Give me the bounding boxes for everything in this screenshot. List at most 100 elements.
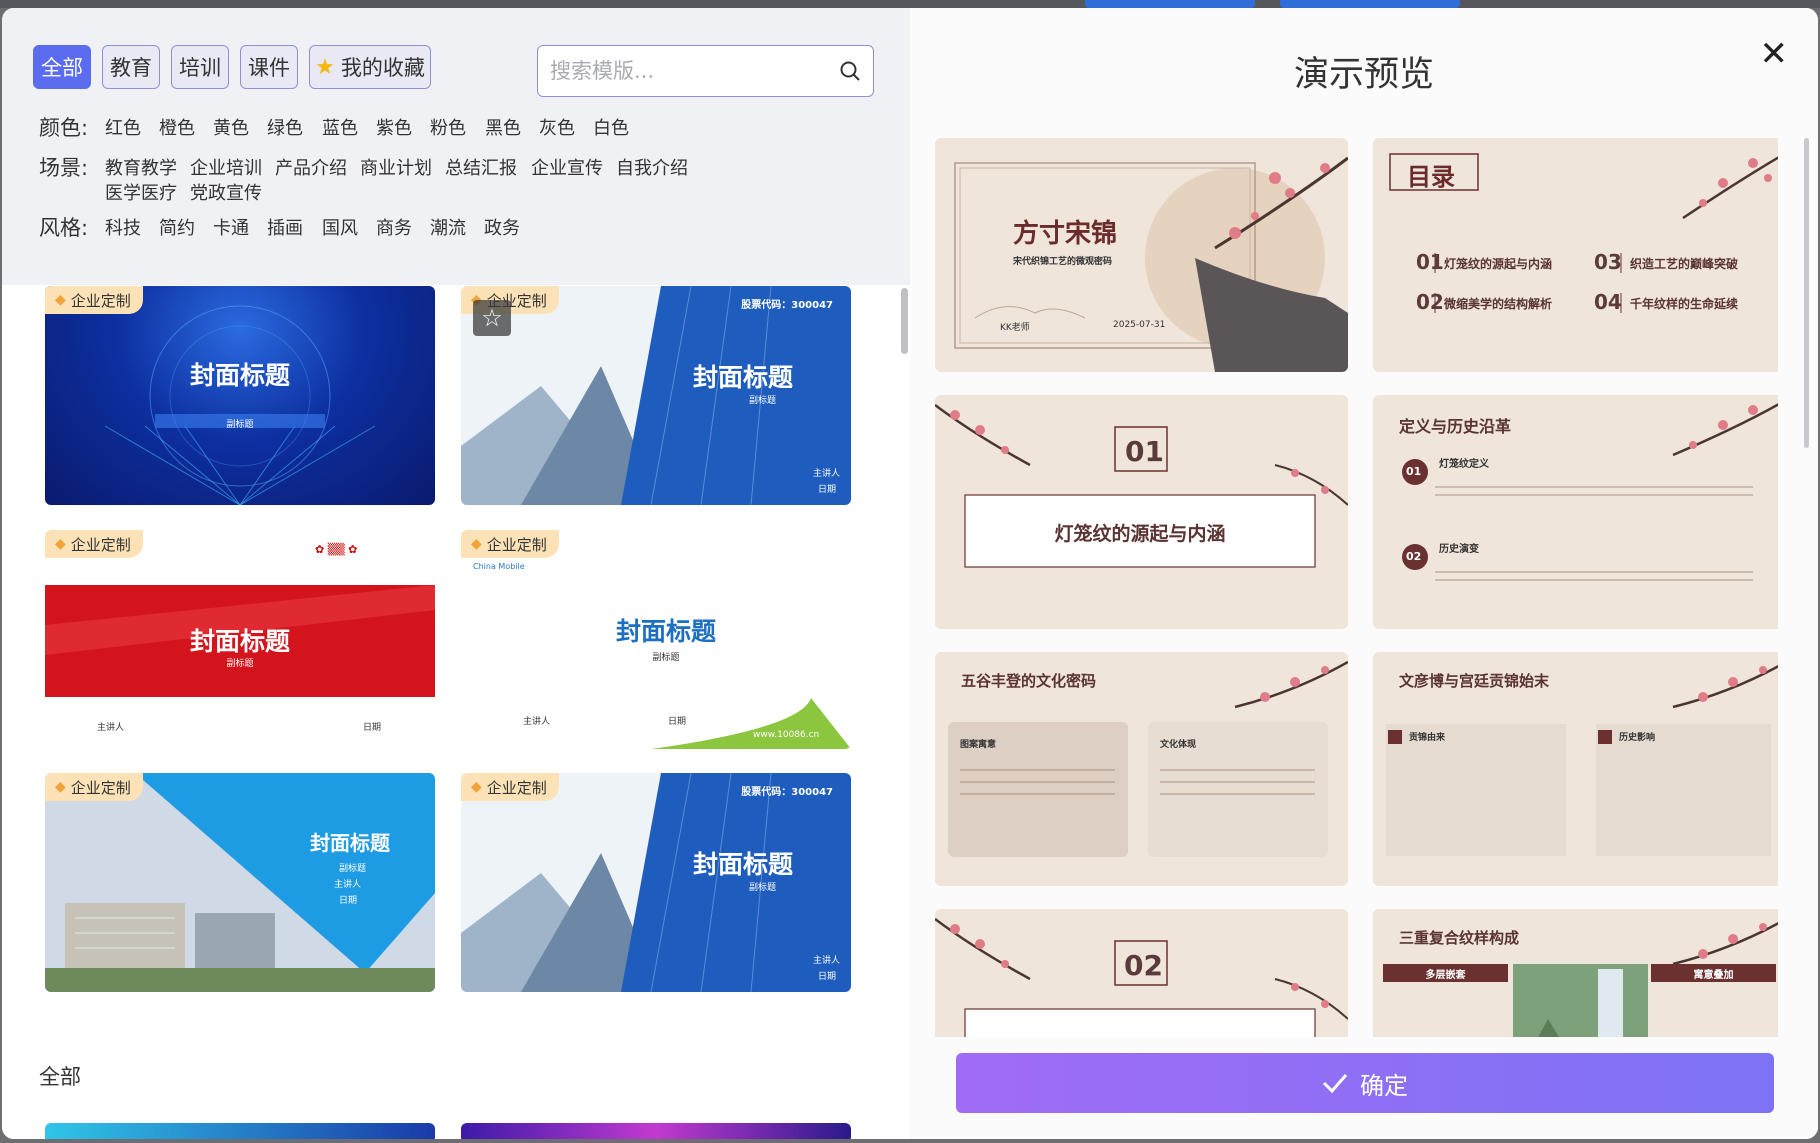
toc-num: 04 (1594, 290, 1622, 314)
toc-item: 千年纹样的生命延续 (1630, 297, 1739, 311)
diamond-icon: ◆ (55, 779, 66, 795)
template-card[interactable]: ◆ 企业定制 ✿ ▒▒ ✿ 封面标题 副标题 主讲人 日期 (45, 530, 435, 749)
point-title: 灯笼纹定义 (1439, 459, 1489, 470)
toc-item: 灯笼纹的源起与内涵 (1444, 257, 1553, 271)
category-education[interactable]: 教育 (102, 45, 160, 89)
search-icon[interactable] (839, 60, 861, 82)
enterprise-badge: ◆企业定制 (45, 530, 143, 558)
category-courseware[interactable]: 课件 (240, 45, 298, 89)
card-speaker: 主讲人 (813, 469, 841, 479)
color-filter-option[interactable]: 绿色 (267, 114, 303, 140)
style-filter-option[interactable]: 商务 (376, 214, 412, 240)
card-title: 封面标题 (615, 617, 716, 646)
point-number: 01 (1406, 465, 1422, 478)
scene-filter-option[interactable]: 医学医疗 (105, 179, 177, 205)
card-title: 封面标题 (189, 627, 290, 656)
scrollbar-thumb[interactable] (901, 288, 908, 354)
template-card[interactable] (45, 1123, 435, 1139)
scene-filter-option[interactable]: 企业宣传 (531, 154, 603, 180)
enterprise-badge: ◆企业定制 (45, 773, 143, 801)
card-title: 封面标题 (693, 363, 794, 392)
color-filter-option[interactable]: 白色 (593, 114, 629, 140)
svg-text:✿ ▒▒ ✿: ✿ ▒▒ ✿ (315, 542, 357, 556)
toc-num: 02 (1416, 290, 1444, 314)
card-speaker: 主讲人 (813, 956, 841, 966)
cover-graphic (954, 156, 1348, 372)
scene-filter-option[interactable]: 教育教学 (105, 154, 177, 180)
grain-card-title: 文化体现 (1160, 740, 1197, 750)
style-filter-option[interactable]: 潮流 (430, 214, 466, 240)
slide-triple: 三重复合纹样构成 多层嵌套 寓意叠加 (1373, 909, 1778, 1037)
close-icon[interactable]: ✕ (1760, 34, 1789, 74)
template-card[interactable]: ◆ 企业定制 China Mobile 封面标题 副标题 主讲人 日期 www.1… (461, 530, 851, 749)
template-card[interactable]: ◆企业定制 ☆ 股票代码：300047 封面标题 副标题 主讲人 日期 (461, 286, 851, 505)
category-all[interactable]: 全部 (33, 45, 91, 89)
card-date: 日期 (363, 723, 382, 733)
template-card[interactable] (461, 1123, 851, 1139)
color-filter-option[interactable]: 红色 (105, 114, 141, 140)
color-filter-option[interactable]: 粉色 (430, 114, 466, 140)
template-card[interactable]: ◆ 企业定制 封面标题 副标题 主讲人 日期 (45, 773, 435, 992)
slide-toc: 目录 01 灯笼纹的源起与内涵 03 织造工艺的巅峰突破 02 微缩美学的结构解… (1373, 138, 1778, 372)
color-filter-option[interactable]: 黑色 (485, 114, 521, 140)
bg-present-button (1280, 0, 1460, 8)
style-filter-option[interactable]: 插画 (267, 214, 303, 240)
category-label: 全部 (41, 56, 83, 80)
building-graphic (461, 286, 851, 505)
style-filter-option[interactable]: 卡通 (213, 214, 249, 240)
color-filter-option[interactable]: 紫色 (376, 114, 412, 140)
template-grid: ◆ 企业定制 封面标题 副标题 企业定制 ☆ 股票代码：300047 封面标题 … (2, 285, 902, 1139)
search-input[interactable] (550, 56, 820, 86)
badge-label: 企业定制 (70, 291, 131, 310)
color-filter-option[interactable]: 灰色 (539, 114, 575, 140)
color-filter-option[interactable]: 橙色 (159, 114, 195, 140)
preview-panel: 演示预览 ✕ 方寸宋锦 宋代织锦工艺的微观密码 KK老师 2025-07-31 (910, 8, 1818, 1139)
preview-scrollbar-thumb[interactable] (1804, 138, 1809, 448)
style-filter-label: 风格: (39, 216, 89, 240)
diamond-icon: ◆ (471, 536, 482, 552)
scene-filter-label: 场景: (39, 156, 89, 180)
color-filter-option[interactable]: 蓝色 (322, 114, 358, 140)
slide-cover: 方寸宋锦 宋代织锦工艺的微观密码 KK老师 2025-07-31 (935, 138, 1348, 372)
favorite-star-icon[interactable]: ☆ (473, 300, 511, 336)
scene-filter-option[interactable]: 商业计划 (360, 154, 432, 180)
style-filter-option[interactable]: 科技 (105, 214, 141, 240)
category-training[interactable]: 培训 (171, 45, 229, 89)
scene-filter-option[interactable]: 企业培训 (190, 154, 262, 180)
confirm-button[interactable]: 确定 (956, 1053, 1774, 1113)
enterprise-badge: ◆企业定制 (45, 286, 143, 314)
style-filter-option[interactable]: 政务 (484, 214, 520, 240)
card-subtitle: 副标题 (749, 883, 777, 893)
scene-filter-option[interactable]: 总结汇报 (445, 154, 517, 180)
confirm-label: 确定 (1360, 1071, 1408, 1100)
category-favorites[interactable]: ★ 我的收藏 (309, 45, 431, 89)
tech-globe-graphic (104, 305, 376, 505)
card-subtitle: 副标题 (226, 420, 254, 430)
color-filter-option[interactable]: 黄色 (213, 114, 249, 140)
card-title: 封面标题 (693, 850, 794, 879)
template-card[interactable]: ◆ 企业定制 股票代码：300047 封面标题 副标题 主讲人 日期 (461, 773, 851, 992)
cover-subtitle: 宋代织锦工艺的微观密码 (1013, 257, 1113, 267)
template-card[interactable]: ◆ 企业定制 封面标题 副标题 (45, 286, 435, 505)
slide-grain: 五谷丰登的文化密码 图案寓意 文化体现 (935, 652, 1348, 886)
scene-filter-option[interactable]: 自我介绍 (616, 154, 688, 180)
toc-item: 织造工艺的巅峰突破 (1630, 257, 1739, 271)
toc-title: 目录 (1407, 163, 1455, 191)
style-filter-option[interactable]: 国风 (322, 214, 358, 240)
badge-label: 企业定制 (70, 778, 131, 797)
slide-history: 定义与历史沿革 01 灯笼纹定义 02 历史演变 (1373, 395, 1778, 629)
stock-code: 股票代码：300047 (741, 787, 833, 798)
diamond-icon: ◆ (471, 779, 482, 795)
cover-date: 2025-07-31 (1113, 320, 1166, 330)
style-filter-option[interactable]: 简约 (159, 214, 195, 240)
cover-title: 方寸宋锦 (1013, 219, 1118, 249)
triple-label: 寓意叠加 (1693, 970, 1734, 981)
scene-filter-option[interactable]: 党政宣传 (190, 179, 262, 205)
card-speaker: 主讲人 (523, 717, 551, 727)
scene-filter-option[interactable]: 产品介绍 (275, 154, 347, 180)
toc-num: 01 (1416, 250, 1444, 274)
badge-label: 企业定制 (486, 778, 547, 797)
bg-download-button (1085, 0, 1255, 8)
triple-title: 三重复合纹样构成 (1399, 929, 1520, 947)
card-date: 日期 (818, 485, 837, 495)
